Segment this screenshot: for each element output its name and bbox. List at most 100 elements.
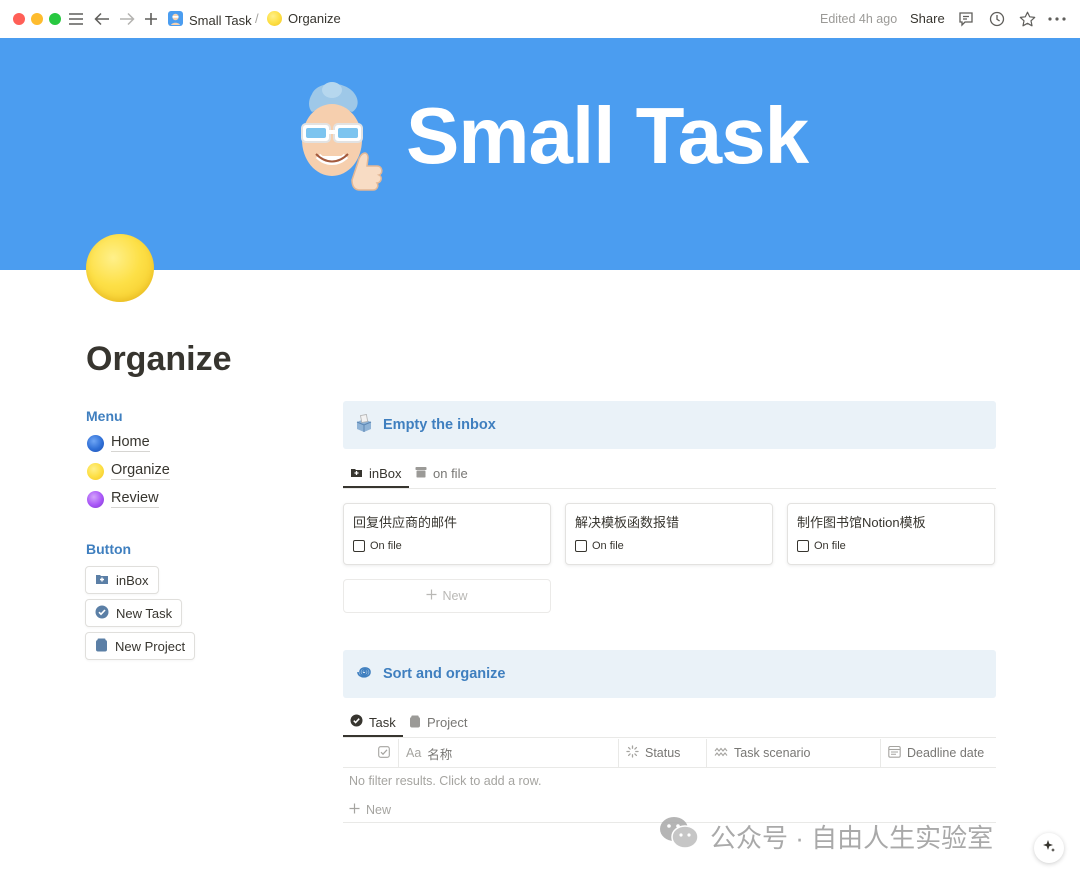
- project-jar-icon: [95, 638, 108, 655]
- gallery-card[interactable]: 制作图书馆Notion模板 On file: [787, 503, 995, 565]
- cyclone-icon: [355, 663, 373, 686]
- cover-title: Small Task: [406, 91, 809, 180]
- breadcrumb-page-label: Organize: [288, 11, 341, 26]
- wechat-icon: [658, 815, 700, 858]
- checkbox-icon: [378, 745, 390, 761]
- calendar-icon: [888, 745, 901, 761]
- purple-circle-icon: [87, 490, 104, 508]
- breadcrumb-separator: /: [255, 11, 259, 26]
- column-name-label: 名称: [427, 747, 453, 762]
- organize-callout: Sort and organize: [343, 650, 996, 698]
- checkbox-label: On file: [592, 540, 624, 552]
- comment-icon[interactable]: [956, 9, 976, 29]
- menu-item-label: Organize: [111, 462, 170, 480]
- sparkle-icon: [1042, 839, 1056, 858]
- column-deadline-date[interactable]: Deadline date: [880, 739, 996, 767]
- column-task-scenario[interactable]: Task scenario: [706, 739, 880, 767]
- window-close-button[interactable]: [13, 13, 25, 25]
- gallery-card[interactable]: 解决模板函数报错 On file: [565, 503, 773, 565]
- text-type-icon: Aa: [406, 746, 422, 760]
- yellow-circle-icon: [87, 462, 104, 480]
- new-project-button[interactable]: New Project: [85, 632, 196, 660]
- edited-timestamp: Edited 4h ago: [820, 12, 898, 26]
- share-button[interactable]: Share: [910, 11, 945, 26]
- new-project-button-label: New Project: [115, 638, 186, 654]
- card-on-file-checkbox[interactable]: On file: [353, 540, 541, 552]
- memoji-thumbs-up-icon: [301, 82, 383, 191]
- tab-project-label: Project: [427, 715, 468, 730]
- column-deadline-date-label: Deadline date: [907, 746, 985, 760]
- card-on-file-checkbox[interactable]: On file: [575, 540, 763, 552]
- new-task-button[interactable]: New Task: [85, 599, 183, 627]
- inbox-callout-title: Empty the inbox: [383, 417, 496, 433]
- column-status[interactable]: Status: [618, 739, 706, 767]
- window-zoom-button[interactable]: [49, 13, 61, 25]
- column-task-scenario-label: Task scenario: [734, 746, 811, 760]
- breadcrumb-workspace-label: Small Task: [189, 12, 252, 28]
- status-spinner-icon: [626, 745, 639, 761]
- table-header: Aa 名称 Status Task scenario Deadline date: [343, 739, 996, 768]
- empty-table-message[interactable]: No filter results. Click to add a row.: [349, 774, 541, 788]
- card-on-file-checkbox[interactable]: On file: [797, 540, 985, 552]
- ai-sparkle-button[interactable]: [1034, 833, 1064, 863]
- card-title: 回复供应商的邮件: [353, 515, 458, 530]
- watermark: 公众号 · 自由人生实验室: [658, 815, 993, 858]
- checkbox-icon: [797, 540, 809, 552]
- forward-arrow-icon[interactable]: [117, 9, 137, 29]
- more-options-icon[interactable]: [1047, 9, 1067, 29]
- tab-task-label: Task: [369, 714, 396, 730]
- window-minimize-button[interactable]: [31, 13, 43, 25]
- menu-item-review[interactable]: Review: [87, 490, 159, 508]
- inbox-button[interactable]: inBox: [85, 566, 159, 594]
- menu-item-home[interactable]: Home: [87, 434, 150, 452]
- checkbox-icon: [575, 540, 587, 552]
- new-card-button[interactable]: New: [343, 579, 551, 613]
- project-jar-icon: [409, 715, 421, 731]
- tab-on-file[interactable]: on file: [415, 460, 468, 487]
- organize-view-tabs: Task Project: [343, 709, 996, 738]
- inbox-tray-icon: [350, 466, 363, 481]
- menu-item-label: Home: [111, 434, 150, 452]
- tab-inbox[interactable]: inBox: [343, 460, 409, 488]
- window-toolbar: Small Task / Organize Edited 4h ago Shar…: [0, 0, 1080, 38]
- new-card-label: New: [442, 589, 468, 603]
- page-icon-yellow-circle[interactable]: [86, 234, 154, 302]
- tab-project[interactable]: Project: [409, 709, 467, 736]
- archive-box-icon: [415, 466, 427, 481]
- favorite-star-icon[interactable]: [1017, 9, 1037, 29]
- check-circle-icon: [95, 605, 109, 622]
- page-cover[interactable]: Small Task: [0, 38, 1080, 270]
- inbox-view-tabs: inBox on file: [343, 460, 996, 489]
- card-title: 制作图书馆Notion模板: [797, 515, 926, 530]
- plus-icon: [349, 803, 360, 817]
- breadcrumb-workspace[interactable]: Small Task: [168, 11, 252, 29]
- workspace-avatar-icon: [168, 11, 183, 29]
- yellow-circle-icon: [267, 11, 282, 26]
- column-name[interactable]: Aa 名称: [398, 739, 618, 767]
- tab-on-file-label: on file: [433, 466, 468, 481]
- column-status-label: Status: [645, 746, 681, 760]
- blue-circle-icon: [87, 434, 104, 452]
- inbox-tray-icon: [95, 572, 109, 588]
- menu-item-organize[interactable]: Organize: [87, 462, 170, 480]
- plus-icon: [426, 589, 437, 603]
- breadcrumb-page[interactable]: Organize: [267, 11, 341, 26]
- select-all-column[interactable]: [343, 739, 398, 767]
- history-clock-icon[interactable]: [987, 9, 1007, 29]
- page-title[interactable]: Organize: [86, 340, 231, 379]
- checkbox-icon: [353, 540, 365, 552]
- multi-select-icon: [714, 746, 728, 760]
- card-title: 解决模板函数报错: [575, 515, 680, 530]
- new-page-plus-icon[interactable]: [141, 9, 161, 29]
- gallery-card[interactable]: 回复供应商的邮件 On file: [343, 503, 551, 565]
- check-circle-icon: [350, 714, 363, 730]
- back-arrow-icon[interactable]: [92, 9, 112, 29]
- tab-task[interactable]: Task: [343, 709, 403, 737]
- new-task-button-label: New Task: [116, 605, 173, 621]
- tab-inbox-label: inBox: [369, 465, 402, 481]
- organize-callout-title: Sort and organize: [383, 666, 506, 682]
- checkbox-label: On file: [370, 540, 402, 552]
- sidebar-menu-icon[interactable]: [66, 9, 86, 29]
- inbox-button-label: inBox: [116, 572, 149, 588]
- menu-item-label: Review: [111, 490, 159, 508]
